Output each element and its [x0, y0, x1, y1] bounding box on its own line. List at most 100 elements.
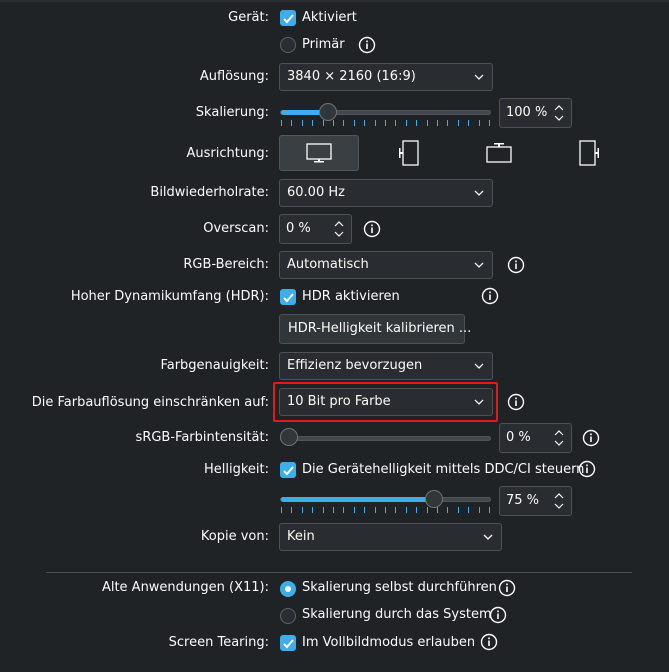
section-separator	[46, 572, 632, 573]
orientation-portrait-right-button[interactable]	[549, 135, 629, 171]
slider-tick	[447, 120, 448, 126]
orientation-landscape-button[interactable]	[279, 135, 359, 171]
slider-tick	[458, 507, 459, 513]
scale-value: 100 %	[506, 105, 548, 120]
slider-tick	[364, 120, 365, 126]
brightness-slider-track[interactable]	[280, 497, 491, 502]
slider-tick	[354, 507, 355, 513]
ddc-checkbox[interactable]	[280, 462, 296, 478]
srgb-label: sRGB-Farbintensität:	[135, 430, 269, 445]
tearing-check-label: Im Vollbildmodus erlauben	[302, 635, 476, 650]
scale-slider-track[interactable]	[280, 110, 491, 115]
info-icon[interactable]	[480, 633, 498, 651]
slider-tick	[323, 507, 324, 513]
resolution-label: Auflösung:	[199, 69, 269, 84]
slider-tick	[291, 120, 292, 126]
color-depth-value: 10 Bit pro Farbe	[287, 394, 391, 409]
device-label: Gerät:	[228, 10, 269, 25]
slider-tick	[437, 507, 438, 513]
slider-tick	[427, 507, 428, 513]
color-depth-combobox[interactable]: 10 Bit pro Farbe	[279, 388, 493, 416]
chevron-down-icon	[474, 399, 484, 405]
color-depth-label: Die Farbauflösung einschränken auf:	[31, 395, 269, 410]
info-icon[interactable]	[489, 606, 507, 624]
legacy-option1-label: Skalierung selbst durchführen	[302, 580, 497, 595]
primary-radio[interactable]	[280, 37, 296, 53]
spin-arrows-icon[interactable]	[333, 219, 345, 239]
refresh-label: Bildwiederholrate:	[150, 185, 269, 200]
info-icon[interactable]	[578, 460, 596, 478]
slider-tick	[375, 507, 376, 513]
info-icon[interactable]	[507, 393, 525, 411]
slider-tick	[479, 120, 480, 126]
overscan-label: Overscan:	[203, 221, 269, 236]
rgb-range-label: RGB-Bereich:	[183, 257, 269, 272]
slider-tick	[489, 507, 490, 513]
mirror-value: Kein	[287, 529, 315, 544]
hdr-check-label: HDR aktivieren	[302, 289, 400, 304]
resolution-combobox[interactable]: 3840 × 2160 (16:9)	[279, 63, 493, 91]
hdr-calibrate-button[interactable]: HDR-Helligkeit kalibrieren ...	[279, 314, 471, 344]
ddc-label: Die Gerätehelligkeit mittels DDC/CI steu…	[302, 462, 585, 477]
monitor-landscape-icon	[306, 143, 332, 163]
hdr-checkbox[interactable]	[280, 289, 296, 305]
slider-tick	[281, 120, 282, 126]
info-icon[interactable]	[507, 256, 525, 274]
slider-tick	[437, 120, 438, 126]
brightness-slider-ticks	[281, 507, 490, 513]
rgb-range-value: Automatisch	[287, 257, 369, 272]
tearing-label: Screen Tearing:	[168, 635, 269, 650]
mirror-combobox[interactable]: Kein	[279, 523, 502, 551]
slider-tick	[364, 507, 365, 513]
legacy-option2-label: Skalierung durch das System	[302, 607, 492, 622]
spin-arrows-icon[interactable]	[553, 491, 565, 511]
slider-tick	[458, 120, 459, 126]
rgb-range-combobox[interactable]: Automatisch	[279, 251, 493, 279]
enabled-label: Aktiviert	[302, 10, 357, 25]
slider-tick	[427, 120, 428, 126]
spin-arrows-icon[interactable]	[553, 103, 565, 123]
slider-tick	[343, 120, 344, 126]
legacy-self-scaling-radio[interactable]	[280, 581, 296, 597]
tearing-checkbox[interactable]	[280, 635, 296, 651]
slider-tick	[333, 507, 334, 513]
resolution-value: 3840 × 2160 (16:9)	[287, 69, 416, 84]
chevron-down-icon	[474, 262, 484, 268]
orientation-flipped-button[interactable]	[459, 135, 539, 171]
legacy-system-scaling-radio[interactable]	[280, 608, 296, 624]
monitor-flipped-icon	[486, 143, 512, 163]
brightness-slider-handle[interactable]	[424, 490, 443, 508]
info-icon[interactable]	[498, 579, 516, 597]
overscan-value: 0 %	[286, 221, 311, 236]
slider-tick	[333, 120, 334, 126]
info-icon[interactable]	[363, 220, 381, 238]
slider-tick	[447, 507, 448, 513]
srgb-slider-handle[interactable]	[280, 428, 298, 446]
srgb-spinbox[interactable]: 0 %	[499, 423, 572, 453]
refresh-value: 60.00 Hz	[287, 185, 345, 200]
enabled-checkbox[interactable]	[280, 10, 296, 26]
slider-tick	[468, 507, 469, 513]
brightness-slider-fill	[281, 497, 435, 502]
orientation-portrait-button[interactable]	[369, 135, 449, 171]
scale-slider-ticks	[281, 120, 490, 126]
mirror-label: Kopie von:	[200, 529, 269, 544]
info-icon[interactable]	[481, 287, 499, 305]
info-icon[interactable]	[358, 36, 376, 54]
slider-tick	[281, 507, 282, 513]
slider-tick	[385, 120, 386, 126]
info-icon[interactable]	[582, 429, 600, 447]
scale-spinbox[interactable]: 100 %	[499, 98, 572, 128]
primary-label: Primär	[302, 37, 345, 52]
refresh-combobox[interactable]: 60.00 Hz	[279, 179, 493, 207]
spin-arrows-icon[interactable]	[553, 428, 565, 448]
scale-slider-handle[interactable]	[318, 103, 337, 121]
color-accuracy-combobox[interactable]: Effizienz bevorzugen	[279, 352, 493, 380]
slider-tick	[343, 507, 344, 513]
brightness-spinbox[interactable]: 75 %	[499, 486, 572, 516]
slider-tick	[468, 120, 469, 126]
srgb-slider-track[interactable]	[280, 436, 491, 441]
overscan-spinbox[interactable]: 0 %	[279, 214, 352, 244]
slider-tick	[312, 120, 313, 126]
slider-tick	[323, 120, 324, 126]
